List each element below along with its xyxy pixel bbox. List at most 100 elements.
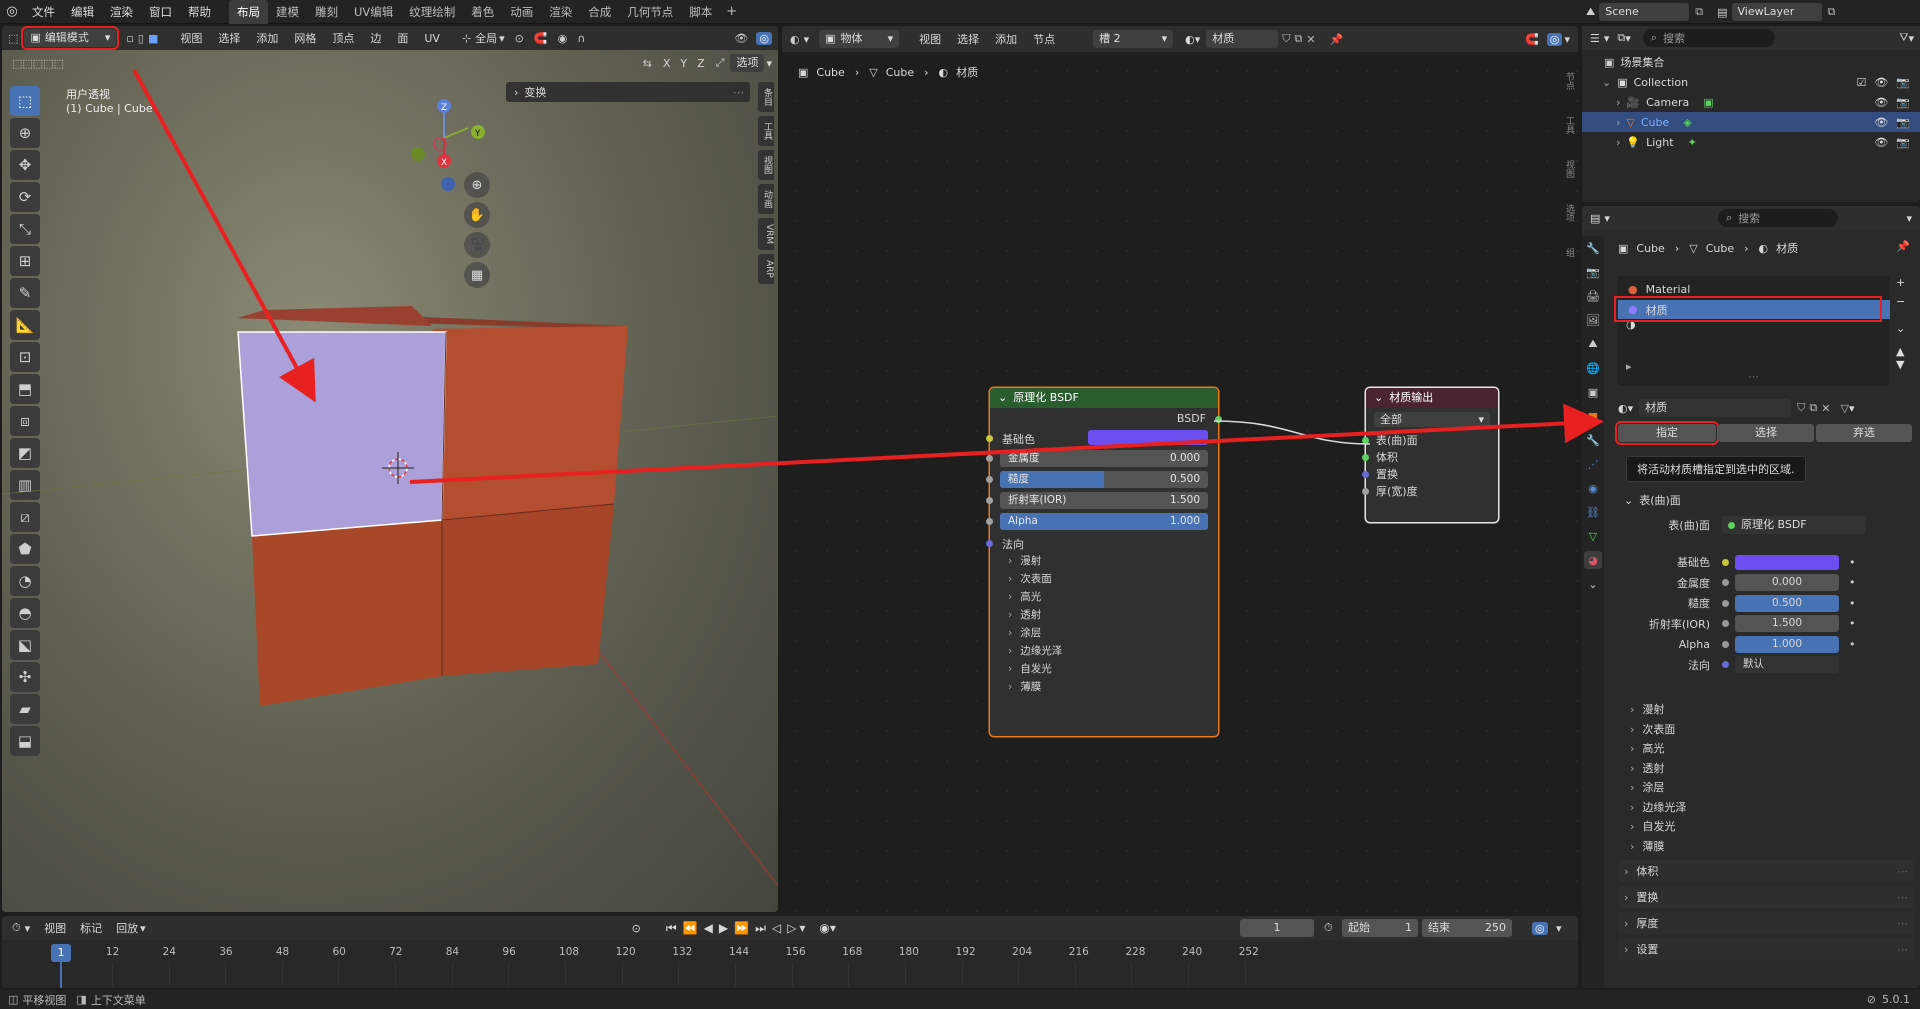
scene-selector[interactable]: Scene [1599,3,1690,21]
prop-value[interactable]: 默认 [1735,656,1839,674]
physics-tab-icon[interactable]: ◉ [1584,479,1602,497]
chevron-right-icon[interactable]: › [1616,116,1620,129]
material-slot[interactable]: ● 材质 [1618,300,1890,319]
timeline-view-menu[interactable]: 视图 [44,920,66,936]
eye-icon[interactable]: 👁 [1874,116,1888,129]
surface-subpanel[interactable]: 薄膜 [1590,837,1910,857]
filter-icon[interactable]: ⛛ [1899,31,1908,45]
workspace-tab[interactable]: 脚本 [681,0,720,24]
material-panel-header[interactable]: › 置换 ⋯ [1618,886,1914,908]
constraints-tab-icon[interactable]: ⛓ [1584,503,1602,521]
jump-end-icon[interactable]: ⏭ [755,921,766,936]
move-up-icon[interactable]: ▲ [1896,345,1905,358]
output-tab-icon[interactable]: 🖨 [1584,287,1602,305]
3d-viewport[interactable]: ⬚ ▣ 编辑模式 ▾ ▫ ▯ ■ 视图 选择 添加 网格 顶点边面 UV ⊹ 全局 ▾ ⊙… [2,26,778,912]
surface-subpanel[interactable]: 涂层 [1590,778,1910,798]
current-frame-field[interactable]: 1 [1240,919,1314,937]
drag-handle-icon[interactable]: ⋯ [1897,943,1908,956]
viewlayer-selector[interactable]: ViewLayer [1731,3,1822,21]
keying-icon[interactable]: ⊙ [632,922,641,935]
close-icon[interactable]: ✕ [1821,402,1830,415]
material-panel-header[interactable]: › 厚度 ⋯ [1618,912,1914,934]
keyframe-dot-icon[interactable]: • [1849,597,1856,610]
jump-start-icon[interactable]: ⏮ [666,921,677,936]
resize-handle-icon[interactable]: ⋯ [1748,370,1759,383]
next-key-icon[interactable]: ⏩ [734,921,749,935]
chevron-right-icon[interactable]: ⌄ [1602,76,1611,89]
workspace-tab[interactable]: 布局 [229,0,268,24]
material-panel-header[interactable]: › 体积 ⋯ [1618,860,1914,882]
layer-icon[interactable]: ▤ [1717,6,1727,19]
scene-icon[interactable]: ⛰ [1586,5,1595,19]
outliner-row[interactable]: › 🎥 Camera ▣ 👁 📷 [1582,92,1920,112]
move-down-icon[interactable]: ▼ [1896,358,1905,371]
blender-logo-icon[interactable]: ◎ [0,4,24,19]
play-icon[interactable]: ▶ [719,921,728,935]
timeline-ruler[interactable]: 1 12 24 36 48 60 72 84 96 108 120 132 144 156 168 180 19… [2,946,1578,986]
scene-collection-label[interactable]: 场景集合 [1620,54,1664,70]
cube-mesh[interactable] [2,26,778,912]
tool-tab-icon[interactable]: 🔧 [1584,239,1602,257]
surface-subpanel[interactable]: 高光 [1590,739,1910,759]
chevron-down-icon[interactable]: ⌄ [1896,322,1905,335]
material-tab-icon[interactable]: ◕ [1584,551,1602,569]
outliner-row[interactable]: › 💡 Light ✦ 👁 📷 [1582,132,1920,152]
keyframe-dot-icon[interactable]: • [1849,576,1856,589]
workspace-tab[interactable]: 动画 [502,0,541,24]
material-slot-list[interactable]: ● Material ● 材质 ◑ ▸ ⋯ [1618,276,1890,386]
surface-panel-header[interactable]: ⌄ 表(曲)面 [1618,490,1914,510]
view-layer-tab-icon[interactable]: 🖼 [1584,311,1602,329]
chevron-right-icon[interactable]: › [1616,136,1620,149]
base-color-swatch[interactable] [1735,554,1839,570]
properties-editor[interactable]: ▤ ▾ ⌕ 搜索 ▾ 🔧 📷 🖨 🖼 ⛰ 🌐 ▣ ■ 🔧 ⋰ ◉ ⛓ ▽ ◕ ⌄… [1582,206,1920,988]
render-camera-icon[interactable]: 📷 [1896,136,1910,149]
socket-icon[interactable] [1722,620,1729,628]
socket-icon[interactable] [1722,579,1729,587]
surface-subpanel[interactable]: 边缘光泽 [1590,798,1910,818]
select-button[interactable]: 选择 [1718,424,1814,442]
eye-icon[interactable]: 👁 [1874,136,1888,149]
material-slot[interactable]: ● Material [1618,280,1890,299]
menu-item[interactable]: 帮助 [180,0,219,24]
workspace-tab[interactable]: 几何节点 [619,0,681,24]
drag-handle-icon[interactable]: ⋯ [1897,891,1908,904]
remove-slot-icon[interactable]: − [1896,295,1905,308]
clock-icon[interactable]: ⏱ [1324,921,1333,935]
duplicate-icon[interactable]: ⧉ [1809,401,1817,415]
new-scene-icon[interactable]: ⧉ [1695,5,1703,19]
editor-type-icon[interactable]: ☰ [1590,32,1600,45]
assign-button[interactable]: 指定 [1615,421,1719,445]
chevron-down-icon[interactable]: ⌄ [1584,575,1602,593]
properties-search-input[interactable]: 搜索 [1738,210,1760,226]
add-slot-icon[interactable]: + [1896,276,1905,289]
menu-item[interactable]: 渲染 [102,0,141,24]
object-tab-icon[interactable]: ■ [1584,407,1602,425]
workspace-tab[interactable]: 纹理绘制 [401,0,463,24]
checkbox-icon[interactable]: ☑ [1856,76,1866,89]
socket-icon[interactable] [1722,599,1729,607]
surface-subpanel[interactable]: 次表面 [1590,720,1910,740]
prop-value[interactable]: 1.500 [1735,615,1839,633]
timeline-marker-menu[interactable]: 标记 [80,920,102,936]
drag-handle-icon[interactable]: ⋯ [1897,865,1908,878]
editor-type-icon[interactable]: ▤ [1590,212,1600,225]
display-mode-icon[interactable]: ⧉ [1617,31,1625,45]
outliner-row[interactable]: ⌄ ▣ Collection ☑ 👁 📷 [1582,72,1920,92]
start-frame-field[interactable]: 起始 1 [1342,919,1418,937]
workspace-tab[interactable]: 合成 [580,0,619,24]
render-camera-icon[interactable]: 📷 [1896,96,1910,109]
workspace-tab[interactable]: 雕刻 [307,0,346,24]
end-frame-field[interactable]: 结束 250 [1422,919,1512,937]
menu-item[interactable]: 编辑 [63,0,102,24]
workspace-tab[interactable]: 渲染 [541,0,580,24]
outliner-row[interactable]: › ▽ Cube ◈ 👁 📷 [1582,112,1920,132]
fake-user-icon[interactable]: ⛉ [1797,401,1805,415]
surface-subpanel[interactable]: 漫射 [1590,700,1910,720]
socket-icon[interactable] [1722,640,1729,648]
playhead[interactable]: 1 [51,944,71,962]
render-camera-icon[interactable]: 📷 [1896,76,1910,89]
keyframe-dot-icon[interactable]: • [1849,617,1856,630]
render-camera-icon[interactable]: 📷 [1896,116,1910,129]
surface-subpanel[interactable]: 透射 [1590,759,1910,779]
add-workspace-button[interactable]: + [720,4,743,19]
